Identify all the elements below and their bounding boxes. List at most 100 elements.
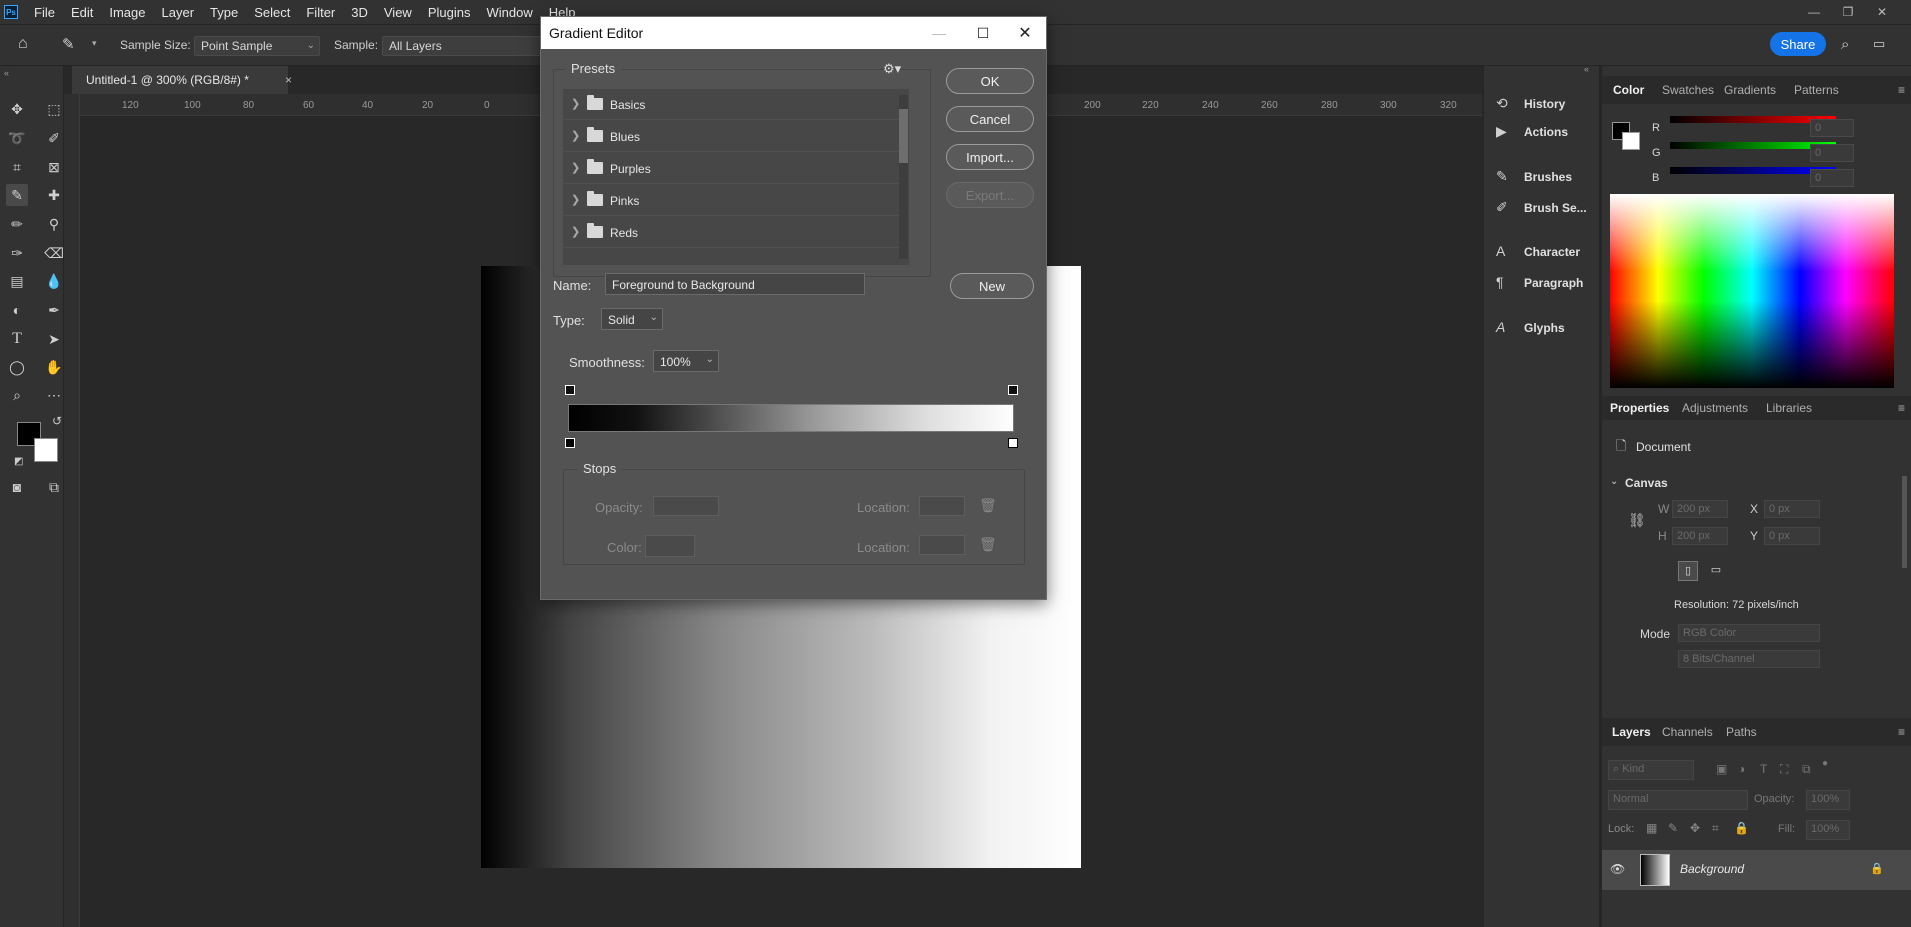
presets-gear-icon[interactable]: ⚙▾	[883, 61, 901, 77]
color-stop-right[interactable]	[1008, 438, 1018, 448]
brush-settings-panel-button[interactable]: ✐ Brush Se...	[1492, 194, 1596, 222]
layer-lock-icon[interactable]: 🔒	[1870, 862, 1884, 875]
lasso-tool-icon[interactable]: ➰	[6, 127, 28, 149]
filter-shape-icon[interactable]: ⛶	[1780, 762, 1788, 777]
menu-3d[interactable]: 3D	[343, 5, 376, 20]
properties-scrollbar[interactable]	[1902, 476, 1907, 568]
fill-field[interactable]: 100%	[1806, 820, 1850, 840]
filter-type-icon[interactable]: T	[1760, 762, 1767, 776]
layer-opacity-field[interactable]: 100%	[1806, 790, 1850, 810]
more-tools-icon[interactable]: ⋯	[43, 384, 65, 406]
opacity-stop-left[interactable]	[565, 385, 575, 395]
color-bg-swatch[interactable]	[1622, 132, 1640, 150]
visibility-eye-icon[interactable]: 👁	[1610, 862, 1625, 876]
eraser-tool-icon[interactable]: ⌫	[43, 242, 65, 264]
marquee-tool-icon[interactable]: ⬚	[43, 98, 65, 120]
gradient-type-select[interactable]: Solid ⌄	[601, 308, 663, 330]
blur-tool-icon[interactable]: 💧	[43, 270, 65, 292]
preset-folder[interactable]: ❯ Purples	[563, 153, 909, 184]
smoothness-field[interactable]: 100% ⌄	[653, 350, 719, 372]
brush-tool-icon[interactable]: ✏	[6, 213, 28, 235]
gradient-preview-bar[interactable]	[568, 404, 1014, 432]
blend-mode-select[interactable]: Normal	[1608, 790, 1748, 810]
history-panel-button[interactable]: ⟲ History	[1492, 90, 1596, 118]
presets-scrollbar[interactable]	[899, 95, 908, 259]
path-select-tool-icon[interactable]: ➤	[43, 328, 65, 350]
filter-smart-object-icon[interactable]: ⧉	[1802, 762, 1811, 777]
dialog-maximize-icon[interactable]: ☐	[961, 17, 1005, 49]
width-field[interactable]: 200 px	[1672, 500, 1728, 518]
collapse-panels-icon[interactable]: «	[1584, 64, 1589, 74]
filter-toggle-icon[interactable]: ●	[1822, 758, 1828, 769]
ellipse-tool-icon[interactable]: ◯	[6, 356, 28, 378]
brushes-panel-button[interactable]: ✎ Brushes	[1492, 163, 1596, 191]
filter-adjustment-icon[interactable]: ◑	[1738, 762, 1745, 776]
search-icon[interactable]: ⌕	[1841, 36, 1849, 53]
restore-icon[interactable]: ❐	[1831, 0, 1865, 24]
sample-select[interactable]: All Layers	[382, 36, 542, 56]
preset-folder[interactable]: ❯ Basics	[563, 89, 909, 120]
dialog-close-icon[interactable]: ✕	[1003, 17, 1047, 49]
bit-depth-select[interactable]: 8 Bits/Channel	[1678, 650, 1820, 668]
pen-tool-icon[interactable]: ✒	[43, 299, 65, 321]
tab-channels[interactable]: Channels	[1662, 725, 1713, 739]
red-value[interactable]: 0	[1810, 119, 1854, 137]
character-panel-button[interactable]: A Character	[1492, 238, 1596, 266]
home-icon[interactable]: ⌂	[18, 35, 28, 53]
tab-libraries[interactable]: Libraries	[1766, 401, 1812, 415]
tool-preset-chevron-icon[interactable]: ▾	[92, 38, 97, 49]
mode-select[interactable]: RGB Color	[1678, 624, 1820, 642]
hand-tool-icon[interactable]: ✋	[43, 356, 65, 378]
close-tab-icon[interactable]: ×	[285, 73, 292, 87]
x-field[interactable]: 0 px	[1764, 500, 1820, 518]
new-button[interactable]: New	[950, 273, 1034, 299]
tab-color[interactable]: Color	[1613, 83, 1644, 97]
ok-button[interactable]: OK	[946, 68, 1034, 94]
screen-mode-icon[interactable]: ⧉	[43, 476, 65, 498]
height-field[interactable]: 200 px	[1672, 527, 1728, 545]
preset-folder[interactable]: ❯ Reds	[563, 217, 909, 248]
panel-menu-icon[interactable]: ≡	[1898, 401, 1905, 415]
layer-kind-filter[interactable]: ⌕ Kind	[1608, 760, 1694, 780]
menu-image[interactable]: Image	[101, 5, 153, 20]
green-value[interactable]: 0	[1810, 144, 1854, 162]
tab-adjustments[interactable]: Adjustments	[1682, 401, 1748, 415]
dodge-tool-icon[interactable]: ◐	[6, 299, 28, 321]
history-brush-icon[interactable]: ✑	[6, 242, 28, 264]
tab-patterns[interactable]: Patterns	[1794, 83, 1839, 97]
lock-artboard-icon[interactable]: ⌗	[1712, 821, 1719, 836]
menu-edit[interactable]: Edit	[63, 5, 101, 20]
color-stop-left[interactable]	[565, 438, 575, 448]
actions-panel-button[interactable]: ▶ Actions	[1492, 118, 1596, 146]
background-color-swatch[interactable]	[34, 438, 58, 462]
menu-plugins[interactable]: Plugins	[420, 5, 479, 20]
panel-menu-icon[interactable]: ≡	[1898, 83, 1905, 97]
swap-colors-icon[interactable]: ↺	[52, 414, 62, 428]
import-button[interactable]: Import...	[946, 144, 1034, 170]
eyedropper-icon[interactable]: ✎	[6, 184, 28, 206]
tab-gradients[interactable]: Gradients	[1724, 83, 1776, 97]
close-app-icon[interactable]: ✕	[1865, 0, 1899, 24]
filter-pixel-icon[interactable]: ▣	[1716, 762, 1727, 776]
crop-tool-icon[interactable]: ⌗	[6, 156, 28, 178]
paragraph-panel-button[interactable]: ¶ Paragraph	[1492, 269, 1596, 297]
lock-pixels-icon[interactable]: ▦	[1646, 821, 1657, 835]
zoom-tool-icon[interactable]: ⌕	[6, 384, 28, 406]
menu-filter[interactable]: Filter	[298, 5, 343, 20]
healing-brush-icon[interactable]: ✚	[43, 184, 65, 206]
move-tool-icon[interactable]: ✥	[6, 98, 28, 120]
layer-row[interactable]: 👁 Background 🔒	[1602, 850, 1911, 890]
glyphs-panel-button[interactable]: A Glyphs	[1492, 314, 1596, 342]
gradient-tool-icon[interactable]: ▤	[6, 270, 28, 292]
default-colors-icon[interactable]: ◩	[14, 456, 23, 467]
tab-properties[interactable]: Properties	[1610, 401, 1669, 415]
frame-tool-icon[interactable]: ⊠	[43, 156, 65, 178]
share-button[interactable]: Share	[1770, 32, 1826, 56]
minimize-icon[interactable]: —	[1797, 0, 1831, 24]
type-tool-icon[interactable]: T	[6, 328, 28, 350]
collapse-tools-icon[interactable]: «	[4, 68, 9, 78]
panel-menu-icon[interactable]: ≡	[1898, 725, 1905, 739]
menu-file[interactable]: File	[26, 5, 63, 20]
landscape-orientation-icon[interactable]: ▭	[1706, 561, 1726, 581]
quick-select-tool-icon[interactable]: ✐	[43, 127, 65, 149]
